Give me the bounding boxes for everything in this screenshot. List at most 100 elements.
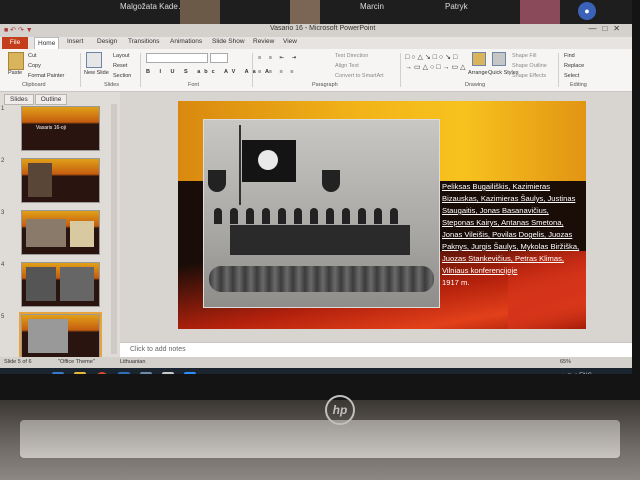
slide-number: 2 <box>1 158 5 164</box>
align-text-button[interactable]: Align Text <box>335 63 359 69</box>
slide-number: 4 <box>1 262 5 268</box>
slide-thumbnail[interactable] <box>21 158 100 203</box>
tab-review[interactable]: Review <box>253 38 274 45</box>
thumbnail-image <box>26 267 56 301</box>
windows-taskbar: ▦ ○ ▲ ■ ♫ ENG <box>0 368 632 374</box>
word-icon[interactable] <box>118 372 130 374</box>
tab-outline[interactable]: Outline <box>34 94 68 105</box>
replace-button[interactable]: Replace <box>564 63 584 69</box>
new-slide-button[interactable]: New Slide <box>84 70 109 76</box>
flag-pole <box>239 125 241 205</box>
tab-insert[interactable]: Insert <box>67 38 83 45</box>
slide-thumbnail-selected[interactable] <box>19 312 102 361</box>
slide-number: 1 <box>1 106 5 112</box>
zoom-icon[interactable] <box>184 372 196 374</box>
arrange-button[interactable]: Arrange <box>468 70 488 76</box>
group-label-editing: Editing <box>570 82 587 88</box>
meeting-control-icon[interactable]: ● <box>578 2 596 20</box>
format-painter-button[interactable]: Format Painter <box>28 73 64 79</box>
tab-transitions[interactable]: Transitions <box>128 38 160 45</box>
paste-button[interactable]: Paste <box>8 70 22 76</box>
thumbnail-image <box>70 221 94 247</box>
group-label-slides: Slides <box>104 82 119 88</box>
zoom-level[interactable]: 65% <box>560 359 571 365</box>
chrome-icon[interactable] <box>96 372 108 374</box>
system-tray-icons[interactable]: ▲ ■ ♫ ENG <box>560 373 592 374</box>
search-icon[interactable]: ○ <box>30 372 42 374</box>
shape-fill-button[interactable]: Shape Fill <box>512 53 536 59</box>
section-button[interactable]: Section <box>113 73 131 79</box>
conference-table <box>230 225 410 255</box>
ribbon-separator <box>400 53 401 87</box>
tab-animations[interactable]: Animations <box>170 38 202 45</box>
tab-home[interactable]: Home <box>34 37 60 49</box>
windows-start-icon[interactable]: ▦ <box>6 372 18 374</box>
list-icons[interactable]: ≡ ≡ ⇤ ⇥ <box>258 55 299 61</box>
ribbon-separator <box>140 53 141 87</box>
shapes-gallery[interactable]: □○△↘□○↘□ <box>405 53 459 61</box>
notes-pane[interactable]: Click to add notes <box>120 342 632 358</box>
meeting-strip: Malgožata Kade… Marcin Patryk ● <box>0 0 632 24</box>
shape-outline-button[interactable]: Shape Outline <box>512 63 547 69</box>
font-name-input[interactable] <box>146 53 208 63</box>
participant-video <box>180 0 220 24</box>
edge-icon[interactable] <box>52 372 64 374</box>
status-bar: Slide 5 of 6 "Office Theme" Lithuanian 6… <box>0 357 632 368</box>
bag-icon[interactable] <box>162 372 174 374</box>
thumbnail-image <box>28 163 52 197</box>
slide-edit-area: Peliksas Bugailiškis, Kazimieras Bizausk… <box>120 92 632 342</box>
historical-photo[interactable] <box>203 119 440 308</box>
thumbnail-image <box>26 219 66 247</box>
text-direction-button[interactable]: Text Direction <box>335 53 368 59</box>
group-label-clipboard: Clipboard <box>22 82 46 88</box>
language-indicator[interactable]: Lithuanian <box>120 359 145 365</box>
current-slide[interactable]: Peliksas Bugailiškis, Kazimieras Bizausk… <box>178 101 586 329</box>
crest-image <box>208 170 226 192</box>
participant-name: Malgožata Kade… <box>120 2 186 11</box>
slide-counter: Slide 5 of 6 <box>4 359 32 365</box>
find-button[interactable]: Find <box>564 53 575 59</box>
quick-styles-icon[interactable] <box>492 52 506 66</box>
file-explorer-icon[interactable] <box>74 372 86 374</box>
cut-button[interactable]: Cut <box>28 53 37 59</box>
shapes-gallery[interactable]: →▭△○□→▭△ <box>405 63 467 71</box>
tab-design[interactable]: Design <box>97 38 117 45</box>
people-group <box>214 208 429 226</box>
paste-icon[interactable] <box>8 52 24 70</box>
new-slide-icon[interactable] <box>86 52 102 68</box>
ribbon: Paste Cut Copy Format Painter Clipboard … <box>0 49 632 92</box>
window-controls[interactable]: —□✕ <box>588 24 626 33</box>
group-label-paragraph: Paragraph <box>312 82 338 88</box>
pane-scrollbar[interactable] <box>111 104 117 354</box>
tab-slide-show[interactable]: Slide Show <box>212 38 245 45</box>
slide-thumbnail[interactable] <box>21 210 100 255</box>
font-size-input[interactable] <box>210 53 228 63</box>
screen: Malgožata Kade… Marcin Patryk ● ■ ↶ ↷ ▼ … <box>0 0 632 374</box>
select-button[interactable]: Select <box>564 73 579 79</box>
crest-image <box>322 170 340 192</box>
reset-button[interactable]: Reset <box>113 63 127 69</box>
convert-smartart-button[interactable]: Convert to SmartArt <box>335 73 384 79</box>
tab-file[interactable]: File <box>2 37 28 49</box>
store-icon[interactable] <box>140 372 152 374</box>
laptop-hinge <box>20 420 620 458</box>
title-bar: ■ ↶ ↷ ▼ Vasario 16 - Microsoft PowerPoin… <box>0 24 632 37</box>
shape-effects-button[interactable]: Shape Effects <box>512 73 546 79</box>
arrange-icon[interactable] <box>472 52 486 66</box>
font-format-icons[interactable]: B I U S abc AV Aa A <box>146 69 273 75</box>
slides-pane: Slides Outline 1 Vasaris 16-oji 2 3 4 5 <box>0 92 120 361</box>
slide-thumbnail[interactable] <box>21 262 100 307</box>
slide-thumbnail[interactable]: Vasaris 16-oji <box>21 106 100 151</box>
copy-button[interactable]: Copy <box>28 63 41 69</box>
layout-button[interactable]: Layout <box>113 53 130 59</box>
window-title: Vasario 16 - Microsoft PowerPoint <box>270 25 376 32</box>
ribbon-tabs: File Home Insert Design Transitions Anim… <box>0 37 632 49</box>
hp-logo: hp <box>325 395 355 425</box>
quick-access-toolbar[interactable]: ■ ↶ ↷ ▼ <box>4 26 33 34</box>
slide-caption[interactable]: Peliksas Bugailiškis, Kazimieras Bizausk… <box>442 181 582 289</box>
align-icons[interactable]: ≡ ≡ ≡ ≡ <box>258 69 296 75</box>
garland <box>209 266 434 292</box>
caption-hyperlink-names[interactable]: Peliksas Bugailiškis, Kazimieras Bizausk… <box>442 182 579 275</box>
tab-slides[interactable]: Slides <box>4 94 34 105</box>
tab-view[interactable]: View <box>283 38 297 45</box>
